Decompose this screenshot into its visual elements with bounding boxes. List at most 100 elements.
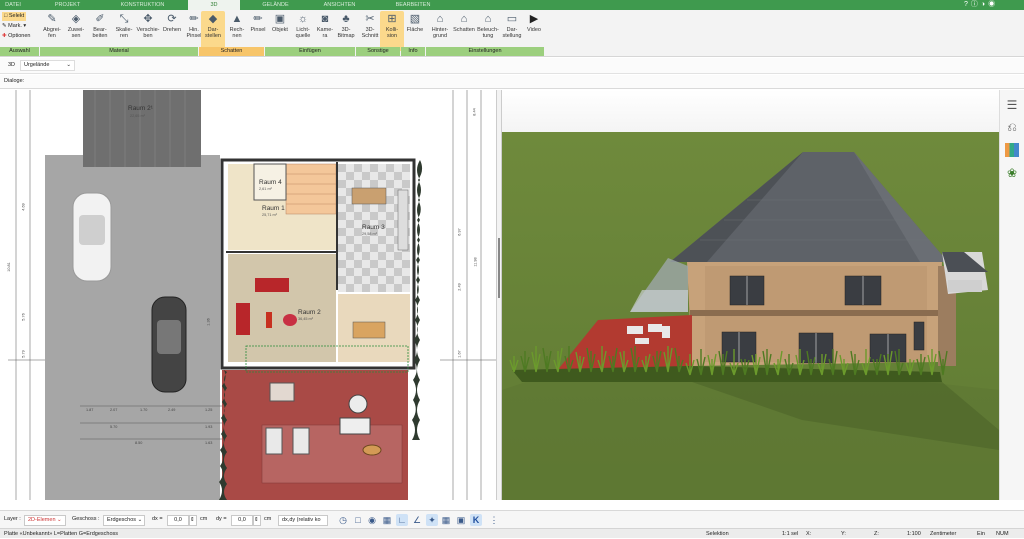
table-icon[interactable]: ▦ bbox=[440, 514, 452, 526]
ribbon-button-label: Drehen bbox=[162, 27, 182, 33]
plant-icon[interactable]: ❀ bbox=[1005, 166, 1019, 180]
bulb-button[interactable]: ☼ Licht- quelle bbox=[291, 11, 315, 51]
selekt-button[interactable]: □ Selekt bbox=[2, 12, 27, 21]
mark-button[interactable]: ✎ Mark. ▾ bbox=[2, 22, 26, 31]
brush-button[interactable]: ✏ Pinsel bbox=[246, 11, 270, 51]
dimension-label: 5.70 bbox=[110, 425, 118, 429]
dy-input[interactable]: 0,0 bbox=[231, 515, 253, 526]
tab-konstruktion[interactable]: KONSTRUKTION bbox=[105, 0, 180, 10]
floor-plan-view[interactable]: Raum 2¹ 22,65 m² Raum 4 2,61 m² Raum 1 2… bbox=[0, 90, 496, 500]
scale-button[interactable]: ⤡ Skalie- ren bbox=[112, 11, 136, 51]
car-white bbox=[72, 192, 112, 282]
room-area-raum-2: 36,45 m² bbox=[298, 317, 313, 321]
stairs bbox=[285, 163, 337, 215]
pin-icon[interactable]: ⋮ bbox=[488, 514, 500, 526]
room-area-raum-1: 25,71 m² bbox=[262, 213, 277, 217]
layout-icon[interactable]: ▣ bbox=[455, 514, 467, 526]
calculate-icon: ▲ bbox=[231, 13, 243, 25]
floor-tile bbox=[354, 212, 362, 220]
dimension-label: 6.97 bbox=[457, 228, 462, 236]
floor-tile bbox=[346, 284, 354, 292]
floor-tile bbox=[386, 244, 394, 252]
material-palette-icon[interactable] bbox=[1005, 143, 1019, 157]
floor-tile bbox=[378, 284, 386, 292]
rotate-button[interactable]: ⟳ Drehen bbox=[160, 11, 184, 51]
floor-tile bbox=[338, 164, 346, 172]
move-icon: ✥ bbox=[143, 13, 153, 25]
play-icon: ▶ bbox=[529, 13, 539, 25]
chair-icon[interactable]: ⎌ bbox=[1005, 120, 1019, 134]
clock-icon[interactable]: ◷ bbox=[337, 514, 349, 526]
ribbon-button-label: Rech- nen bbox=[229, 27, 245, 40]
window-controls[interactable]: ?ⓘ◑◉ bbox=[964, 1, 1020, 9]
shadow-button[interactable]: ⌂ Schatten bbox=[452, 11, 476, 51]
kitchen-counter bbox=[397, 189, 409, 251]
scale-icon: ⤡ bbox=[119, 13, 129, 25]
tree-button[interactable]: ♣ 3D- Bitmap bbox=[334, 11, 358, 51]
floor-tile bbox=[346, 172, 354, 180]
dy-stepper[interactable]: ⇕ bbox=[253, 515, 261, 526]
coordinate-mode-select[interactable]: dx,dy (relativ ko bbox=[278, 515, 328, 526]
group-info: Info bbox=[401, 47, 425, 56]
floor-tile bbox=[370, 164, 378, 172]
snap-icon[interactable]: ◉ bbox=[366, 514, 378, 526]
tab-gelaende[interactable]: GELÄNDE bbox=[248, 0, 303, 10]
floor-tile bbox=[370, 244, 378, 252]
dimension-label: 5.79 bbox=[21, 350, 26, 358]
floor-tile bbox=[378, 268, 386, 276]
dimension-label: 2.07 bbox=[110, 408, 118, 412]
dimension-label: 2.49 bbox=[168, 408, 176, 412]
ribbon-button-label: Kame- ra bbox=[316, 27, 334, 40]
layer-select[interactable]: 2D-Elemen ⌄ bbox=[24, 515, 66, 526]
floor-tile bbox=[354, 260, 362, 268]
floor-tile bbox=[346, 252, 354, 260]
sofa bbox=[255, 278, 289, 292]
grid-snap-icon[interactable]: ▦ bbox=[381, 514, 393, 526]
tab-projekt[interactable]: PROJEKT bbox=[40, 0, 95, 10]
tab-3d[interactable]: 3D bbox=[188, 0, 240, 10]
layer-label: Layer : bbox=[4, 516, 21, 522]
floor-tile bbox=[354, 180, 362, 188]
cut-button[interactable]: ✂ 3D- Schnitt bbox=[358, 11, 382, 51]
layers-icon[interactable]: ☰ bbox=[1005, 98, 1019, 112]
3d-view[interactable] bbox=[502, 90, 999, 500]
display-button[interactable]: ◆ Dar- stellen bbox=[201, 11, 225, 51]
paint-bucket-button[interactable]: ◈ Zuwei- sen bbox=[64, 11, 88, 51]
terrain-select[interactable]: Urgelände ⌄ bbox=[20, 60, 75, 71]
lighting-button[interactable]: ⌂ Beleuch- tung bbox=[476, 11, 500, 51]
k-icon[interactable]: K bbox=[470, 514, 482, 526]
optionen-button[interactable]: ✚ Optionen bbox=[2, 32, 30, 41]
dining-table bbox=[351, 187, 387, 205]
dimension-label: 11.98 bbox=[473, 257, 478, 267]
tab-bearbeiten[interactable]: BEARBEITEN bbox=[378, 0, 448, 10]
house-button[interactable]: ⌂ Hinter- grund bbox=[428, 11, 452, 51]
geschoss-select[interactable]: Erdgeschos ⌄ bbox=[103, 515, 145, 526]
eyedropper-button[interactable]: ✎ Abgrei- fen bbox=[40, 11, 64, 51]
ribbon: □ Selekt ✎ Mark. ▾ ✚ Optionen ✎ Abgrei- f… bbox=[0, 10, 1024, 57]
floor-tile bbox=[362, 236, 370, 244]
dx-stepper[interactable]: ⇕ bbox=[189, 515, 197, 526]
play-button[interactable]: ▶ Video bbox=[522, 11, 546, 51]
room-area-raum-2-1: 22,65 m² bbox=[130, 114, 145, 118]
monitor-button[interactable]: ▭ Dar- stellung bbox=[500, 11, 524, 51]
tab-datei[interactable]: DATEI bbox=[0, 0, 26, 10]
3d-canvas bbox=[502, 90, 999, 500]
dx-input[interactable]: 0,0 bbox=[167, 515, 189, 526]
bulb-icon: ☼ bbox=[297, 13, 309, 25]
dialog-bar: Dialoge: bbox=[0, 75, 1024, 89]
collision-button[interactable]: ⊞ Kolli- sion bbox=[380, 11, 404, 51]
magnet-icon[interactable]: ✦ bbox=[426, 514, 438, 526]
edit-button[interactable]: ✐ Bear- beiten bbox=[88, 11, 112, 51]
angle-icon[interactable]: ∠ bbox=[411, 514, 423, 526]
ribbon-button-label: Dar- stellung bbox=[502, 27, 522, 40]
area-button[interactable]: ▧ Fläche bbox=[403, 11, 427, 51]
rotate-icon: ⟳ bbox=[167, 13, 177, 25]
tab-ansichten[interactable]: ANSICHTEN bbox=[312, 0, 367, 10]
move-button[interactable]: ✥ Verschie- ben bbox=[136, 11, 160, 51]
floor-tile bbox=[386, 196, 394, 204]
shadow-icon: ⌂ bbox=[460, 13, 468, 25]
monitor-icon[interactable]: □ bbox=[352, 514, 364, 526]
ortho-icon[interactable]: ∟ bbox=[396, 514, 408, 526]
object-button[interactable]: ▣ Objekt bbox=[268, 11, 292, 51]
group-material: Material bbox=[40, 47, 198, 56]
